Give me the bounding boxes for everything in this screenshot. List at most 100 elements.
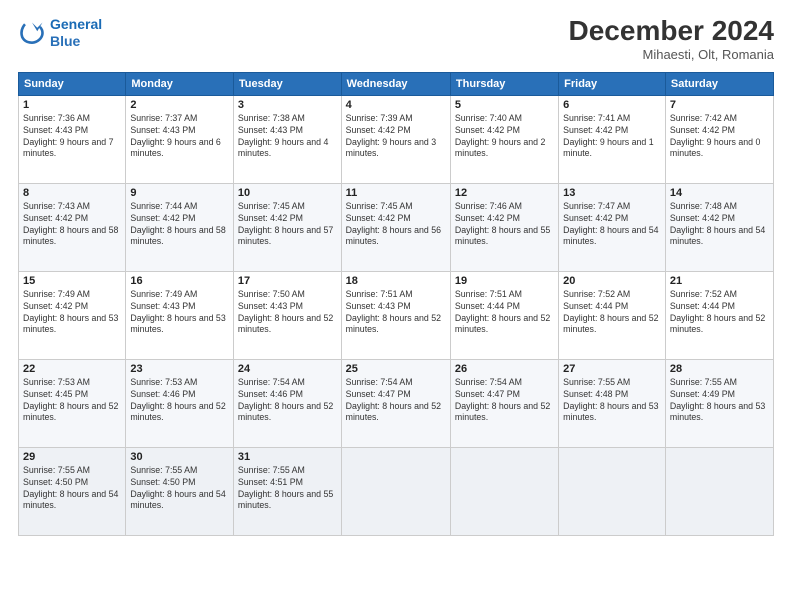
day-info: Sunrise: 7:52 AMSunset: 4:44 PMDaylight:… [670, 289, 769, 337]
day-info: Sunrise: 7:43 AMSunset: 4:42 PMDaylight:… [23, 201, 121, 249]
weekday-header: Monday [126, 72, 234, 95]
day-number: 26 [455, 363, 554, 375]
day-info: Sunrise: 7:37 AMSunset: 4:43 PMDaylight:… [130, 113, 229, 161]
location: Mihaesti, Olt, Romania [569, 47, 774, 62]
calendar-week-row: 1 Sunrise: 7:36 AMSunset: 4:43 PMDaylight… [19, 95, 774, 183]
calendar-header-row: SundayMondayTuesdayWednesdayThursdayFrid… [19, 72, 774, 95]
day-info: Sunrise: 7:51 AMSunset: 4:43 PMDaylight:… [346, 289, 446, 337]
day-info: Sunrise: 7:51 AMSunset: 4:44 PMDaylight:… [455, 289, 554, 337]
day-number: 23 [130, 363, 229, 375]
calendar-day-cell: 7Sunrise: 7:42 AMSunset: 4:42 PMDaylight… [665, 95, 773, 183]
day-info: Sunrise: 7:44 AMSunset: 4:42 PMDaylight:… [130, 201, 229, 249]
calendar-day-cell: 13 Sunrise: 7:47 AMSunset: 4:42 PMDayligh… [559, 183, 666, 271]
day-info: Sunrise: 7:55 AMSunset: 4:50 PMDaylight:… [130, 465, 229, 513]
calendar-day-cell: 22 Sunrise: 7:53 AMSunset: 4:45 PMDayligh… [19, 359, 126, 447]
day-info: Sunrise: 7:55 AMSunset: 4:49 PMDaylight:… [670, 377, 769, 425]
logo: General Blue [18, 16, 102, 50]
day-info: Sunrise: 7:50 AMSunset: 4:43 PMDaylight:… [238, 289, 337, 337]
calendar-day-cell: 17 Sunrise: 7:50 AMSunset: 4:43 PMDayligh… [233, 271, 341, 359]
day-info: Sunrise: 7:49 AMSunset: 4:42 PMDaylight:… [23, 289, 121, 337]
day-number: 16 [130, 275, 229, 287]
day-number: 25 [346, 363, 446, 375]
weekday-header: Sunday [19, 72, 126, 95]
day-number: 29 [23, 451, 121, 463]
calendar-day-cell: 4 Sunrise: 7:39 AMSunset: 4:42 PMDaylight… [341, 95, 450, 183]
day-number: 10 [238, 187, 337, 199]
logo-text: General Blue [50, 16, 102, 50]
day-info: Sunrise: 7:53 AMSunset: 4:45 PMDaylight:… [23, 377, 121, 425]
day-number: 6 [563, 99, 661, 111]
day-number: 4 [346, 99, 446, 111]
day-number: 9 [130, 187, 229, 199]
calendar-day-cell: 5 Sunrise: 7:40 AMSunset: 4:42 PMDaylight… [450, 95, 558, 183]
title-block: December 2024 Mihaesti, Olt, Romania [569, 16, 774, 62]
day-number: 14 [670, 187, 769, 199]
weekday-header: Wednesday [341, 72, 450, 95]
day-number: 3 [238, 99, 337, 111]
day-info: Sunrise: 7:40 AMSunset: 4:42 PMDaylight:… [455, 113, 554, 161]
day-info: Sunrise: 7:46 AMSunset: 4:42 PMDaylight:… [455, 201, 554, 249]
day-info: Sunrise: 7:41 AMSunset: 4:42 PMDaylight:… [563, 113, 661, 161]
month-title: December 2024 [569, 16, 774, 47]
weekday-header: Saturday [665, 72, 773, 95]
day-info: Sunrise: 7:49 AMSunset: 4:43 PMDaylight:… [130, 289, 229, 337]
calendar-day-cell [665, 447, 773, 535]
calendar-day-cell: 14 Sunrise: 7:48 AMSunset: 4:42 PMDayligh… [665, 183, 773, 271]
calendar-day-cell: 11 Sunrise: 7:45 AMSunset: 4:42 PMDayligh… [341, 183, 450, 271]
weekday-header: Thursday [450, 72, 558, 95]
calendar-day-cell: 25 Sunrise: 7:54 AMSunset: 4:47 PMDayligh… [341, 359, 450, 447]
day-number: 30 [130, 451, 229, 463]
calendar-day-cell: 20Sunrise: 7:52 AMSunset: 4:44 PMDayligh… [559, 271, 666, 359]
calendar-week-row: 29 Sunrise: 7:55 AMSunset: 4:50 PMDayligh… [19, 447, 774, 535]
day-info: Sunrise: 7:45 AMSunset: 4:42 PMDaylight:… [238, 201, 337, 249]
calendar-day-cell: 3 Sunrise: 7:38 AMSunset: 4:43 PMDaylight… [233, 95, 341, 183]
weekday-header: Tuesday [233, 72, 341, 95]
day-info: Sunrise: 7:36 AMSunset: 4:43 PMDaylight:… [23, 113, 121, 161]
calendar-week-row: 15Sunrise: 7:49 AMSunset: 4:42 PMDayligh… [19, 271, 774, 359]
day-info: Sunrise: 7:42 AMSunset: 4:42 PMDaylight:… [670, 113, 769, 161]
day-number: 1 [23, 99, 121, 111]
day-info: Sunrise: 7:54 AMSunset: 4:47 PMDaylight:… [455, 377, 554, 425]
calendar-day-cell: 18Sunrise: 7:51 AMSunset: 4:43 PMDayligh… [341, 271, 450, 359]
calendar-day-cell: 15Sunrise: 7:49 AMSunset: 4:42 PMDayligh… [19, 271, 126, 359]
calendar-day-cell: 2 Sunrise: 7:37 AMSunset: 4:43 PMDaylight… [126, 95, 234, 183]
day-number: 2 [130, 99, 229, 111]
day-number: 27 [563, 363, 661, 375]
day-info: Sunrise: 7:39 AMSunset: 4:42 PMDaylight:… [346, 113, 446, 161]
day-number: 13 [563, 187, 661, 199]
calendar-day-cell: 6 Sunrise: 7:41 AMSunset: 4:42 PMDaylight… [559, 95, 666, 183]
calendar-day-cell: 24Sunrise: 7:54 AMSunset: 4:46 PMDayligh… [233, 359, 341, 447]
page: General Blue December 2024 Mihaesti, Olt… [0, 0, 792, 612]
day-number: 17 [238, 275, 337, 287]
calendar-day-cell [450, 447, 558, 535]
day-number: 8 [23, 187, 121, 199]
calendar-day-cell: 1 Sunrise: 7:36 AMSunset: 4:43 PMDaylight… [19, 95, 126, 183]
calendar-day-cell: 29Sunrise: 7:55 AMSunset: 4:50 PMDayligh… [19, 447, 126, 535]
calendar-day-cell [341, 447, 450, 535]
calendar-day-cell: 16 Sunrise: 7:49 AMSunset: 4:43 PMDayligh… [126, 271, 234, 359]
day-number: 5 [455, 99, 554, 111]
calendar-day-cell: 30 Sunrise: 7:55 AMSunset: 4:50 PMDayligh… [126, 447, 234, 535]
calendar-day-cell: 31Sunrise: 7:55 AMSunset: 4:51 PMDayligh… [233, 447, 341, 535]
day-number: 19 [455, 275, 554, 287]
day-info: Sunrise: 7:55 AMSunset: 4:51 PMDaylight:… [238, 465, 337, 513]
header: General Blue December 2024 Mihaesti, Olt… [18, 16, 774, 62]
calendar-week-row: 22 Sunrise: 7:53 AMSunset: 4:45 PMDayligh… [19, 359, 774, 447]
day-info: Sunrise: 7:53 AMSunset: 4:46 PMDaylight:… [130, 377, 229, 425]
day-info: Sunrise: 7:48 AMSunset: 4:42 PMDaylight:… [670, 201, 769, 249]
day-info: Sunrise: 7:45 AMSunset: 4:42 PMDaylight:… [346, 201, 446, 249]
day-number: 28 [670, 363, 769, 375]
day-number: 21 [670, 275, 769, 287]
day-number: 24 [238, 363, 337, 375]
day-number: 22 [23, 363, 121, 375]
calendar-day-cell: 19 Sunrise: 7:51 AMSunset: 4:44 PMDayligh… [450, 271, 558, 359]
day-info: Sunrise: 7:38 AMSunset: 4:43 PMDaylight:… [238, 113, 337, 161]
calendar-day-cell: 21 Sunrise: 7:52 AMSunset: 4:44 PMDayligh… [665, 271, 773, 359]
day-number: 11 [346, 187, 446, 199]
day-info: Sunrise: 7:54 AMSunset: 4:47 PMDaylight:… [346, 377, 446, 425]
calendar-day-cell: 12Sunrise: 7:46 AMSunset: 4:42 PMDayligh… [450, 183, 558, 271]
calendar-day-cell: 9 Sunrise: 7:44 AMSunset: 4:42 PMDaylight… [126, 183, 234, 271]
calendar-day-cell: 8 Sunrise: 7:43 AMSunset: 4:42 PMDaylight… [19, 183, 126, 271]
logo-icon [18, 19, 46, 47]
day-info: Sunrise: 7:47 AMSunset: 4:42 PMDaylight:… [563, 201, 661, 249]
